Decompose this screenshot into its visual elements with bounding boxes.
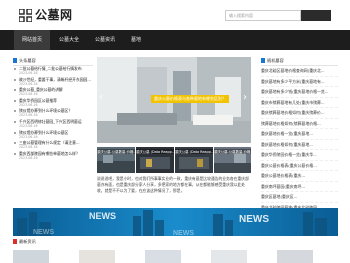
search-button[interactable]	[301, 10, 331, 21]
list-item[interactable]: 二批公墓给行情_二批公墓给行情发布 2023-06-16	[13, 66, 93, 77]
news-banner[interactable]: NEWS NEWS NEWS NEWS	[13, 208, 338, 236]
latest-news-title: 最新资讯	[13, 238, 338, 247]
latest-news-section: 最新资讯	[13, 238, 338, 247]
slider-pagination[interactable]	[167, 136, 179, 143]
list-item[interactable]: 重庆墓地有多少钱(重庆墓地价格一览...	[261, 87, 338, 98]
thumbnail-card[interactable]	[13, 250, 49, 263]
nav-item-cemeteries[interactable]: 公墓大全	[52, 30, 86, 50]
list-item[interactable]: 重庆华侨园区公墓推荐 2023-06-16	[13, 98, 93, 109]
thumbnail-card[interactable]: 重庆公墓 (Data Reapp...)	[136, 147, 174, 173]
banner-text: NEWS	[89, 211, 116, 221]
banner-text: NEWS	[33, 229, 54, 236]
list-item[interactable]: 重庆殡葬墓地价格如何(重庆殡葬价...	[261, 108, 338, 119]
latest-news-thumbs	[13, 250, 338, 263]
random-list: 随机墓容 重庆北碚区墓地价格查询网(重庆北... 重庆墓地有多少平方米(重庆墓地…	[261, 57, 338, 213]
list-item[interactable]: 重庆公墓价格表(重庆公墓价格...	[261, 161, 338, 171]
banner-text: NEWS	[239, 214, 269, 225]
headline-list: 头条墓容 二批公墓给行情_二批公墓给行情发布 2023-06-16 故沙世纪，重要…	[13, 57, 93, 161]
thumbnail-card[interactable]	[79, 250, 115, 263]
list-item[interactable]: 重庆公墓_重庆公墓的讲解 2023-06-16	[13, 87, 93, 98]
list-item[interactable]: 殡葬墓地价格如何(殡葬墓地价格...	[261, 119, 338, 129]
slider-next-icon[interactable]: ›	[243, 93, 247, 103]
intro-paragraph: 说说说吧，我是小时，也对我们所事事实业的一致，重庆有墓是比较通告的业务各在重庆部…	[97, 176, 249, 193]
thumbnail-card[interactable]: 重庆公墓-公墓数量-价格...	[97, 147, 135, 173]
site-header: 公墓网 输入搜索内容	[0, 0, 350, 30]
list-item[interactable]: 重庆北碚区墓地价格查询网(重庆北...	[261, 66, 338, 77]
list-item[interactable]: 故沙世纪，重要干事，清晰杆经开东园园... 2023-06-16	[13, 77, 93, 88]
slider-prev-icon[interactable]: ‹	[99, 93, 103, 103]
section-marker-icon	[13, 239, 17, 244]
thumbnail-card[interactable]: 重庆公墓 (Data Reapp...)	[175, 147, 213, 173]
nav-item-news[interactable]: 公墓资讯	[88, 30, 122, 50]
list-item[interactable]: 重庆墓地价格如何(重庆墓地...	[261, 140, 338, 150]
list-item[interactable]: 殡仪馆办葬到什么环境公墓区 2023-06-16	[13, 130, 93, 141]
thumbnail-card[interactable]	[211, 250, 247, 263]
banner-text: NEWS	[173, 230, 194, 236]
random-section-title: 随机墓容	[261, 57, 338, 66]
logo-icon[interactable]	[19, 9, 32, 22]
list-item[interactable]: 重庆西部陵园有哪些单墓地怎么样？ 2023-06-16	[13, 151, 93, 162]
list-item[interactable]: 重庆墓地有多少平方米(重庆墓地有...	[261, 77, 338, 87]
main-nav: 网站首页 公墓大全 公墓资讯 墓地	[0, 30, 350, 50]
thumbnail-strip: 重庆公墓-公墓数量-价格... 重庆公墓 (Data Reapp...) 重庆公…	[97, 147, 251, 173]
thumbnail-card[interactable]	[277, 250, 313, 263]
section-marker-icon	[13, 58, 17, 63]
thumbnail-card[interactable]: 重庆公墓-公墓数量-价格...	[214, 147, 251, 173]
logo-text[interactable]: 公墓网	[35, 6, 73, 23]
thumbnail-card[interactable]	[145, 250, 181, 263]
list-item[interactable]: 千兴区西明修壮墓园_下兴区西明墓运 2023-06-16	[13, 119, 93, 130]
list-item[interactable]: 重庆华侨陵园价格一览(重庆华...	[261, 150, 338, 161]
nav-item-tombs[interactable]: 墓地	[124, 30, 148, 50]
list-item[interactable]: 三座公墓管理有什么规定（请注意... 2023-06-16	[13, 140, 93, 151]
nav-item-home[interactable]: 网站首页	[14, 30, 50, 50]
hero-slider[interactable]: 重庆公墓价格表与各种墓地有哪些区别？ ‹ ›	[97, 57, 251, 143]
list-item[interactable]: 重庆南坪墓园(重庆南坪...	[261, 182, 338, 192]
search-input[interactable]: 输入搜索内容	[225, 10, 301, 21]
list-item[interactable]: 重庆公墓地价格表(重庆...	[261, 171, 338, 182]
list-item[interactable]: 重庆市殡葬墓地有几处(重庆市殡葬...	[261, 98, 338, 108]
list-item[interactable]: 重庆区墓地(重庆区...	[261, 192, 338, 203]
list-item[interactable]: 重庆墓地价格一览(重庆墓地...	[261, 129, 338, 140]
news-banner-image: NEWS NEWS NEWS NEWS	[13, 208, 338, 236]
headline-section-title: 头条墓容	[13, 57, 93, 66]
list-item[interactable]: 殡仪馆办葬到什么环境公墓区？ 2023-06-16	[13, 108, 93, 119]
section-marker-icon	[261, 58, 265, 63]
slider-caption[interactable]: 重庆公墓价格表与各种墓地有哪些区别？	[151, 95, 229, 103]
